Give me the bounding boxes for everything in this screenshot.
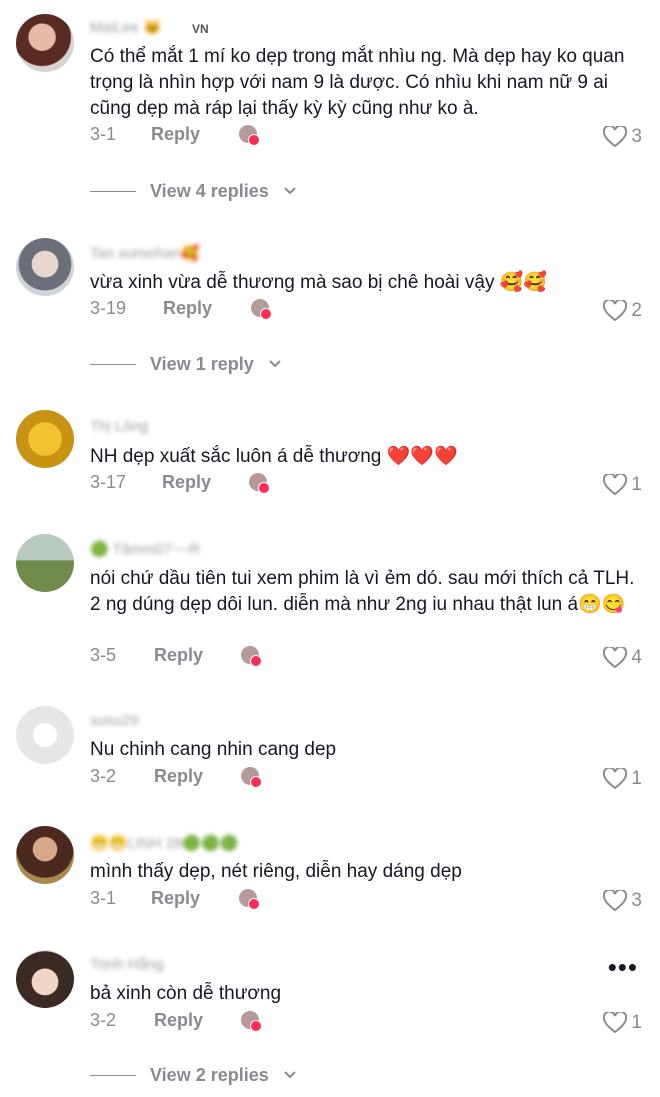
like-button[interactable]: 1 <box>603 766 642 792</box>
creator-liked-icon <box>240 1010 264 1034</box>
reply-button[interactable]: Reply <box>151 124 200 145</box>
like-count: 1 <box>631 768 642 789</box>
comment-date: 3-1 <box>90 124 117 144</box>
like-count: 3 <box>631 126 642 147</box>
country-flag-label: VN <box>192 22 209 36</box>
more-options-button[interactable]: ••• <box>608 952 638 983</box>
chevron-down-icon <box>284 1071 296 1079</box>
heart-outline-icon <box>603 890 628 912</box>
reply-button[interactable]: Reply <box>154 645 203 666</box>
comment-text: nói chứ dầu tiên tui xem phim là vì ẻm d… <box>90 568 635 615</box>
comment-meta: 3-19 Reply <box>90 298 640 324</box>
view-replies-label: View 4 replies <box>150 180 269 201</box>
comment-meta: 3-2 Reply <box>90 766 640 792</box>
avatar[interactable] <box>16 706 74 764</box>
avatar[interactable] <box>16 410 74 468</box>
comment-date: 3-1 <box>90 888 117 908</box>
avatar[interactable] <box>16 534 74 592</box>
heart-outline-icon <box>603 474 628 496</box>
comment-date: 3-2 <box>90 1010 117 1030</box>
view-replies-label: View 2 replies <box>150 1064 269 1085</box>
like-count: 1 <box>631 474 642 495</box>
like-button[interactable]: 3 <box>603 124 642 150</box>
divider-line <box>90 190 136 192</box>
comment-text: mình thấy dẹp, nét riêng, diễn hay dáng … <box>90 861 462 882</box>
like-count: 2 <box>631 300 642 321</box>
reply-button[interactable]: Reply <box>162 472 211 493</box>
heart-outline-icon <box>603 1012 628 1034</box>
view-replies-button[interactable]: View 4 replies <box>90 179 297 203</box>
creator-liked-icon <box>248 472 272 496</box>
comment-meta: 3-17 Reply <box>90 472 640 498</box>
like-count: 3 <box>631 890 642 911</box>
comment-date: 3-19 <box>90 298 127 318</box>
avatar[interactable] <box>16 826 74 884</box>
comment-username[interactable]: 😁😁LINH 28🟢🟢🟢 <box>90 834 238 856</box>
like-button[interactable]: 1 <box>603 472 642 498</box>
heart-outline-icon <box>603 126 628 148</box>
comment-date: 3-2 <box>90 766 117 786</box>
comment-text: NH dẹp xuất sắc luôn á dễ thương ❤️❤️❤️ <box>90 446 458 467</box>
avatar[interactable] <box>16 14 74 72</box>
creator-liked-icon <box>238 124 262 148</box>
creator-liked-icon <box>240 645 264 669</box>
comment-username[interactable]: 🟢 Tâmm07~~R <box>90 540 200 562</box>
like-button[interactable]: 1 <box>603 1010 642 1036</box>
reply-button[interactable]: Reply <box>151 888 200 909</box>
heart-outline-icon <box>603 300 628 322</box>
view-replies-label: View 1 reply <box>150 353 254 374</box>
creator-liked-icon <box>238 888 262 912</box>
like-count: 1 <box>631 1012 642 1033</box>
comment-date: 3-5 <box>90 645 117 665</box>
default-avatar-icon <box>33 723 57 747</box>
avatar[interactable] <box>16 950 74 1008</box>
comment-text: vừa xinh vừa dễ thương mà sao bị chê hoà… <box>90 272 548 293</box>
divider-line <box>90 363 136 365</box>
comment-text: Có thể mắt 1 mí ko dẹp trong mắt nhìu ng… <box>90 46 625 119</box>
reply-button[interactable]: Reply <box>154 1010 203 1031</box>
like-button[interactable]: 2 <box>603 298 642 324</box>
creator-liked-icon <box>240 766 264 790</box>
avatar[interactable] <box>16 238 74 296</box>
comment-username[interactable]: susu29 <box>90 712 138 734</box>
chevron-down-icon <box>269 360 281 368</box>
chevron-down-icon <box>284 187 296 195</box>
divider-line <box>90 1074 136 1076</box>
like-button[interactable]: 4 <box>603 645 642 671</box>
comment-text: bả xinh còn dễ thương <box>90 983 282 1004</box>
like-button[interactable]: 3 <box>603 888 642 914</box>
comment-meta: 3-1 Reply <box>90 124 640 150</box>
comment-meta: 3-5 Reply <box>90 645 640 671</box>
comment-date: 3-17 <box>90 472 127 492</box>
creator-liked-icon <box>250 298 274 322</box>
like-count: 4 <box>631 647 642 668</box>
comment-meta: 3-1 Reply <box>90 888 640 914</box>
comment-username[interactable]: Thị Lòng <box>90 418 148 440</box>
comment-username[interactable]: Trịnh Hằng <box>90 956 164 978</box>
reply-button[interactable]: Reply <box>163 298 212 319</box>
comment-text: Nu chinh cang nhin cang dep <box>90 739 337 760</box>
view-replies-button[interactable]: View 1 reply <box>90 352 282 376</box>
reply-button[interactable]: Reply <box>154 766 203 787</box>
comment-meta: 3-2 Reply <box>90 1010 640 1036</box>
heart-outline-icon <box>603 768 628 790</box>
comment-username[interactable]: Tan xuroohan🥰 <box>90 244 200 266</box>
comment-username[interactable]: MaiLee 🐱 <box>90 18 162 40</box>
heart-outline-icon <box>603 647 628 669</box>
view-replies-button[interactable]: View 2 replies <box>90 1063 297 1087</box>
